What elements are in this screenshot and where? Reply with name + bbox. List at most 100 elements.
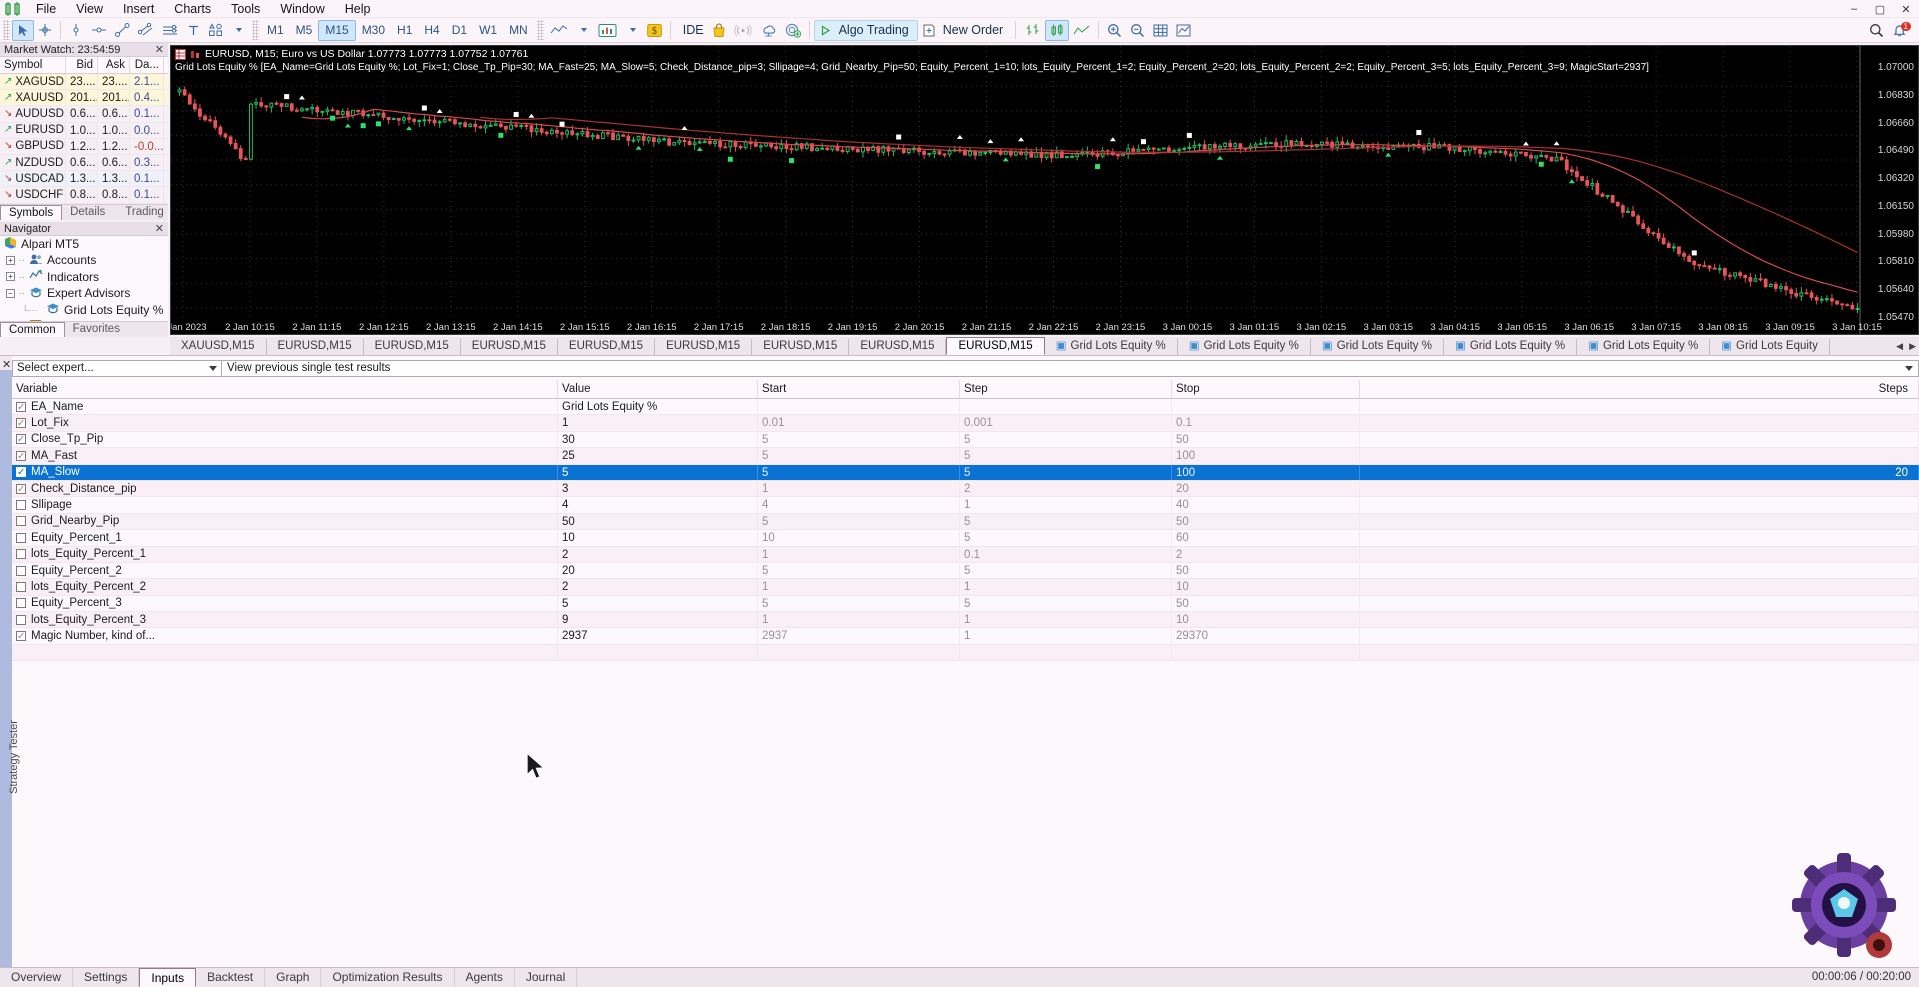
variable-cell[interactable]: EA_Name — [12, 399, 558, 415]
variable-cell[interactable]: lots_Equity_Percent_2 — [12, 579, 558, 595]
steps-cell[interactable] — [1360, 628, 1919, 644]
menu-file[interactable]: File — [26, 0, 66, 18]
navigator-item-expert-advisors[interactable]: − ·· Expert Advisors — [0, 285, 168, 302]
column-daily[interactable]: Da... — [130, 57, 164, 73]
stop-cell[interactable]: 50 — [1172, 431, 1360, 448]
row-checkbox[interactable] — [16, 549, 26, 560]
timeframe-m30[interactable]: M30 — [356, 21, 391, 40]
bar-chart-icon[interactable] — [594, 20, 621, 41]
crosshair-icon[interactable] — [34, 20, 56, 41]
timeframe-mn[interactable]: MN — [503, 21, 534, 40]
market-watch-row[interactable]: ↘ GBPUSD 1.2... 1.2... -0.0... — [0, 138, 168, 155]
bottom-tab-journal[interactable]: Journal — [515, 968, 578, 987]
start-cell[interactable]: 5 — [758, 513, 960, 530]
zoom-in-icon[interactable] — [1103, 20, 1126, 41]
inputs-table-row[interactable]: Grid_Nearby_Pip 50 5 5 50 — [12, 513, 1919, 531]
row-checkbox[interactable] — [16, 482, 26, 496]
timeframe-h4[interactable]: H4 — [418, 21, 445, 40]
row-checkbox[interactable] — [16, 465, 26, 480]
steps-cell[interactable] — [1360, 513, 1919, 530]
variable-cell[interactable]: Close_Tp_Pip — [12, 431, 558, 448]
steps-cell[interactable] — [1360, 431, 1919, 448]
row-checkbox[interactable] — [16, 614, 26, 625]
step-cell[interactable]: 5 — [960, 595, 1172, 612]
stop-cell[interactable]: 20 — [1172, 480, 1360, 497]
toolbar-grip-2[interactable] — [252, 20, 259, 40]
stop-cell[interactable]: 60 — [1172, 530, 1360, 546]
price-axis[interactable]: 1.07000 1.06830 1.06660 1.06490 1.06320 1.061… — [1860, 46, 1918, 334]
bar-chart-dropdown-icon[interactable] — [621, 20, 643, 41]
horizontal-line-icon[interactable] — [87, 20, 111, 41]
start-cell[interactable]: 5 — [758, 595, 960, 612]
stop-cell[interactable]: 10 — [1172, 612, 1360, 628]
navigator-item-grid-lots-equity[interactable]: └··· Grid Lots Equity % — [0, 302, 168, 319]
maximize-button[interactable]: ▢ — [1867, 0, 1893, 18]
stop-cell[interactable]: 50 — [1172, 513, 1360, 530]
chart-tab-9[interactable]: ▣ Grid Lots Equity % — [1045, 339, 1178, 355]
start-cell[interactable]: 5 — [758, 448, 960, 464]
start-cell[interactable]: 1 — [758, 480, 960, 497]
steps-cell[interactable] — [1360, 595, 1919, 612]
column-start[interactable]: Start — [758, 380, 960, 398]
scroll-right-icon[interactable]: ▶ — [1906, 341, 1919, 352]
step-cell[interactable]: 5 — [960, 513, 1172, 530]
market-watch-close-icon[interactable]: ✕ — [155, 43, 164, 57]
vps-cloud-icon[interactable] — [756, 20, 781, 41]
bottom-tab-backtest[interactable]: Backtest — [196, 968, 266, 987]
timeframe-m1[interactable]: M1 — [261, 21, 290, 40]
value-cell[interactable]: 2 — [558, 579, 758, 595]
search-icon[interactable] — [1865, 20, 1888, 41]
column-symbol[interactable]: Symbol — [0, 57, 66, 73]
row-checkbox[interactable] — [16, 598, 26, 609]
chart-tab-10[interactable]: ▣ Grid Lots Equity % — [1178, 339, 1311, 355]
stop-cell[interactable] — [1172, 399, 1360, 415]
steps-cell[interactable] — [1360, 399, 1919, 415]
dollar-icon[interactable]: $ — [643, 20, 666, 41]
bottom-tab-optimization-results[interactable]: Optimization Results — [321, 968, 455, 987]
tree-expander[interactable]: + — [6, 255, 15, 265]
menu-insert[interactable]: Insert — [113, 0, 164, 18]
inputs-table-row[interactable]: Close_Tp_Pip305550 — [12, 431, 1919, 449]
view-previous-results-dropdown[interactable]: View previous single test results — [222, 359, 1919, 377]
candles-icon[interactable] — [1045, 19, 1070, 41]
chart-tab-2[interactable]: EURUSD,M15 — [364, 339, 461, 355]
inputs-table-row[interactable]: EA_Name Grid Lots Equity % — [12, 399, 1919, 416]
row-checkbox[interactable] — [16, 516, 26, 527]
variable-cell[interactable]: MA_Slow — [12, 464, 558, 480]
menu-window[interactable]: Window — [270, 0, 334, 18]
steps-cell[interactable] — [1360, 415, 1919, 431]
tree-expander[interactable]: + — [6, 272, 15, 282]
row-checkbox[interactable] — [16, 581, 26, 592]
inputs-table-row[interactable]: Lot_Fix 10.010.0010.1 — [12, 415, 1919, 432]
step-cell[interactable] — [960, 399, 1172, 415]
market-watch-row[interactable]: ↗ XAGUSD 23.... 23.... 2.1... — [0, 74, 168, 91]
algo-trading-button[interactable]: Algo Trading — [813, 19, 918, 41]
inputs-table-row[interactable]: Sllipage 4 4 1 40 — [12, 497, 1919, 514]
chart-tab-12[interactable]: ▣ Grid Lots Equity % — [1444, 339, 1578, 355]
start-cell[interactable]: 5 — [758, 562, 960, 579]
value-cell[interactable]: Grid Lots Equity % — [558, 399, 758, 415]
market-watch-row[interactable]: ↗ XAUUSD 201... 201... 0.4... — [0, 90, 168, 107]
bars-icon[interactable] — [1020, 20, 1045, 41]
stop-cell[interactable]: 100 — [1172, 448, 1360, 464]
inputs-table-row[interactable]: MA_Fast2555100 — [12, 448, 1919, 465]
stop-cell[interactable]: 0.1 — [1172, 415, 1360, 431]
step-cell[interactable]: 5 — [960, 530, 1172, 546]
tab-favorites[interactable]: Favorites — [65, 322, 128, 337]
ide-button[interactable]: IDE — [675, 20, 708, 41]
timeframe-m5[interactable]: M5 — [290, 21, 319, 40]
variable-cell[interactable]: Equity_Percent_1 — [12, 530, 558, 546]
variable-cell[interactable]: Grid_Nearby_Pip — [12, 513, 558, 530]
variable-cell[interactable]: lots_Equity_Percent_1 — [12, 546, 558, 562]
chart-tab-7[interactable]: EURUSD,M15 — [849, 339, 947, 355]
variable-cell[interactable]: lots_Equity_Percent_3 — [12, 612, 558, 628]
market-watch-row[interactable]: ↘ AUDUSD 0.6... 0.6... 0.1... — [0, 106, 168, 123]
steps-cell[interactable] — [1360, 530, 1919, 546]
market-watch-row[interactable]: ↘ USDCHF 0.8... 0.8... 0.1... — [0, 187, 168, 204]
tree-expander[interactable]: − — [6, 288, 15, 298]
channel-icon[interactable] — [134, 20, 158, 41]
column-ask[interactable]: Ask — [98, 57, 130, 73]
scroll-left-icon[interactable]: ◀ — [1893, 341, 1906, 352]
chart-tab-4[interactable]: EURUSD,M15 — [558, 339, 656, 355]
value-cell[interactable]: 20 — [558, 562, 758, 579]
